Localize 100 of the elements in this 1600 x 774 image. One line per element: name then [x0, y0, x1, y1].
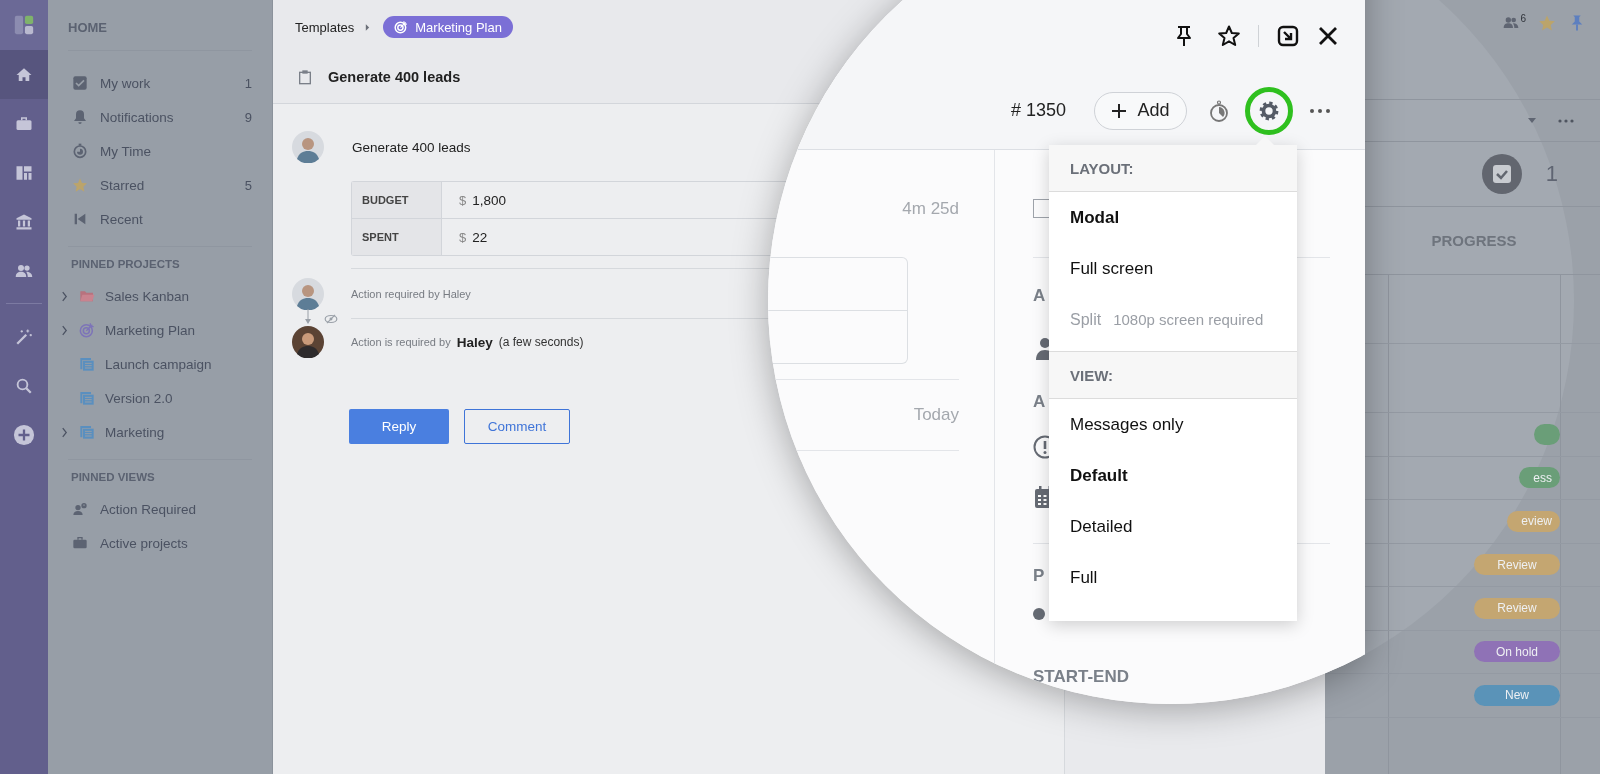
status-tag: Review — [1474, 597, 1560, 619]
sidebar-item[interactable]: Marketing — [61, 415, 252, 449]
sidebar-item[interactable]: Active projects — [68, 526, 252, 560]
menu-item[interactable]: Full — [1049, 552, 1297, 603]
section-heading: PINNED VIEWS — [70, 470, 156, 485]
magic-wand-icon — [15, 327, 33, 346]
sidebar-item[interactable]: Action Required — [68, 492, 252, 526]
reply-button[interactable]: Reply — [349, 409, 449, 444]
sidebar-item[interactable]: Notifications 9 — [68, 100, 252, 134]
sidebar-item[interactable]: Marketing Plan — [61, 313, 252, 347]
add-button[interactable]: Add — [1094, 91, 1187, 130]
stopwatch-icon[interactable] — [1207, 98, 1231, 123]
caret-icon — [365, 23, 371, 31]
menu-item[interactable]: Full screen — [1049, 243, 1297, 294]
exit-icon[interactable] — [1276, 24, 1300, 48]
status-tag: ess — [1519, 467, 1560, 489]
item-label: Starred — [100, 177, 145, 193]
field-value: 22 — [472, 229, 488, 245]
item-count: 9 — [244, 109, 252, 125]
item-label: My work — [100, 75, 151, 91]
item-count: 1 — [244, 75, 252, 91]
field-label: SPENT — [352, 219, 442, 255]
option-label: Default — [1070, 465, 1128, 486]
checkbox-icon — [72, 75, 88, 91]
menu-item[interactable]: Messages only — [1049, 399, 1297, 450]
item-label: Notifications — [100, 109, 174, 125]
sidebar-item[interactable]: Launch campaign — [61, 347, 252, 381]
people-icon[interactable] — [1503, 14, 1520, 30]
option-label: Full screen — [1070, 258, 1154, 279]
skip-back-icon — [72, 211, 88, 227]
user-name: Haley — [456, 334, 493, 350]
menu-item[interactable]: Detailed — [1049, 501, 1297, 552]
more-icon[interactable] — [1310, 108, 1330, 113]
list-icon — [79, 424, 95, 440]
item-label: My Time — [100, 143, 151, 159]
date: Today — [913, 405, 959, 425]
avatar — [292, 326, 324, 358]
task-number: # 1350 — [1010, 100, 1066, 121]
item-label: Sales Kanban — [105, 288, 190, 304]
chevron-icon[interactable] — [61, 426, 68, 438]
activity-text: Action required by Haley — [351, 288, 471, 300]
sidebar-item[interactable]: Recent — [68, 202, 252, 236]
chevron-icon[interactable] — [61, 324, 68, 336]
menu-item[interactable]: Default — [1049, 450, 1297, 501]
avatar — [292, 131, 324, 163]
section-label: START-END — [1033, 666, 1129, 688]
menu-item[interactable]: Modal — [1049, 192, 1297, 243]
field-label: A — [1033, 285, 1046, 307]
item-label: Active projects — [100, 535, 188, 551]
count: 1 — [1545, 161, 1558, 187]
list-icon — [79, 390, 95, 406]
timer-icon — [72, 143, 88, 159]
star-icon[interactable] — [1538, 14, 1556, 32]
status-tag: Review — [1474, 554, 1560, 576]
currency-sign: $ — [459, 192, 467, 208]
settings-button[interactable] — [1245, 86, 1293, 135]
person-alert-icon — [72, 501, 88, 517]
sidebar-item[interactable]: Starred 5 — [68, 168, 252, 202]
connector-arrow — [304, 309, 312, 325]
section-heading: PINNED PROJECTS — [70, 257, 181, 272]
currency-sign: $ — [459, 229, 467, 245]
item-label: Action Required — [100, 501, 197, 517]
sidebar-item[interactable]: My Time — [68, 134, 252, 168]
item-label: Marketing — [105, 424, 165, 440]
caret-icon[interactable] — [1528, 117, 1536, 124]
target-icon — [79, 322, 95, 338]
checkbox-circle-icon — [1481, 154, 1522, 194]
status-tag: eview — [1507, 510, 1560, 532]
chevron-icon[interactable] — [61, 290, 68, 302]
option-note: 1080p screen required — [1113, 311, 1264, 328]
gear-icon — [1258, 99, 1280, 122]
task-title: Generate 400 leads — [328, 69, 461, 85]
item-label: Marketing Plan — [105, 322, 196, 338]
item-count: 5 — [244, 177, 252, 193]
sidebar-item[interactable]: My work 1 — [68, 66, 252, 100]
option-label: Messages only — [1070, 414, 1184, 435]
option-label: Split — [1070, 310, 1102, 329]
app-logo-icon[interactable] — [13, 14, 35, 36]
status-tag: New — [1474, 684, 1560, 706]
more-icon[interactable] — [1558, 118, 1574, 123]
comment-button[interactable]: Comment — [464, 409, 570, 444]
breadcrumb-link[interactable]: Templates — [295, 19, 355, 35]
star-icon[interactable] — [1217, 24, 1241, 48]
bullet-icon — [1033, 608, 1045, 620]
bank-icon — [15, 212, 33, 231]
field-label: P — [1033, 565, 1045, 587]
sidebar-item[interactable]: Sales Kanban — [61, 279, 252, 313]
project-tag[interactable]: Marketing Plan — [383, 16, 513, 38]
message-text: Generate 400 leads — [352, 139, 471, 155]
briefcase-icon — [15, 114, 33, 133]
field-value: 1,800 — [472, 192, 507, 208]
item-label: Launch campaign — [105, 356, 212, 372]
field-label: A — [1033, 391, 1046, 413]
activity-text: Action is required by — [351, 336, 451, 348]
item-label: Version 2.0 — [105, 390, 173, 406]
sidebar-item[interactable]: Version 2.0 — [61, 381, 252, 415]
option-label: Modal — [1070, 207, 1120, 228]
bell-icon — [72, 109, 88, 125]
field-label: BUDGET — [352, 182, 442, 218]
section-heading: HOME — [68, 0, 252, 51]
